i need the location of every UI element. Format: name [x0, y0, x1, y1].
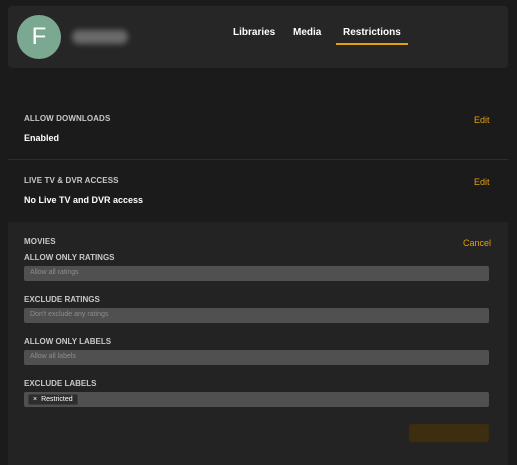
movies-restrictions-panel: MOVIES Cancel ALLOW ONLY RATINGS Allow a…: [8, 222, 508, 465]
livetv-section: LIVE TV & DVR ACCESS No Live TV and DVR …: [8, 162, 508, 220]
downloads-edit-link[interactable]: Edit: [474, 115, 490, 125]
allow-labels-label: ALLOW ONLY LABELS: [24, 337, 112, 346]
tag-remove-icon[interactable]: ×: [33, 396, 37, 403]
exclude-ratings-placeholder: Don't exclude any ratings: [30, 311, 109, 318]
user-header: F Libraries Media Restrictions: [8, 6, 508, 68]
exclude-labels-input[interactable]: × Restricted: [24, 392, 489, 407]
downloads-section: ALLOW DOWNLOADS Enabled Edit: [8, 100, 508, 158]
livetv-edit-link[interactable]: Edit: [474, 177, 490, 187]
section-divider: [8, 159, 508, 160]
exclude-ratings-label: EXCLUDE RATINGS: [24, 295, 100, 304]
tab-media[interactable]: Media: [293, 27, 321, 38]
restricted-tag: × Restricted: [28, 394, 78, 405]
allow-labels-placeholder: Allow all labels: [30, 353, 76, 360]
save-changes-button[interactable]: [409, 424, 489, 442]
avatar-letter: F: [31, 23, 47, 50]
allow-labels-input[interactable]: Allow all labels: [24, 350, 489, 365]
exclude-ratings-input[interactable]: Don't exclude any ratings: [24, 308, 489, 323]
username-blurred: [72, 30, 128, 44]
downloads-title: ALLOW DOWNLOADS: [24, 114, 111, 123]
livetv-value: No Live TV and DVR access: [24, 195, 144, 205]
movies-title: MOVIES: [24, 237, 56, 246]
allow-ratings-placeholder: Allow all ratings: [30, 269, 79, 276]
tag-label: Restricted: [41, 396, 73, 403]
movies-cancel-link[interactable]: Cancel: [463, 238, 491, 248]
avatar: F: [17, 15, 61, 59]
allow-ratings-input[interactable]: Allow all ratings: [24, 266, 489, 281]
exclude-labels-label: EXCLUDE LABELS: [24, 379, 97, 388]
livetv-title: LIVE TV & DVR ACCESS: [24, 176, 119, 185]
downloads-value: Enabled: [24, 133, 60, 143]
allow-ratings-label: ALLOW ONLY RATINGS: [24, 253, 115, 262]
tab-libraries[interactable]: Libraries: [233, 27, 275, 38]
tab-restrictions[interactable]: Restrictions: [336, 27, 408, 45]
